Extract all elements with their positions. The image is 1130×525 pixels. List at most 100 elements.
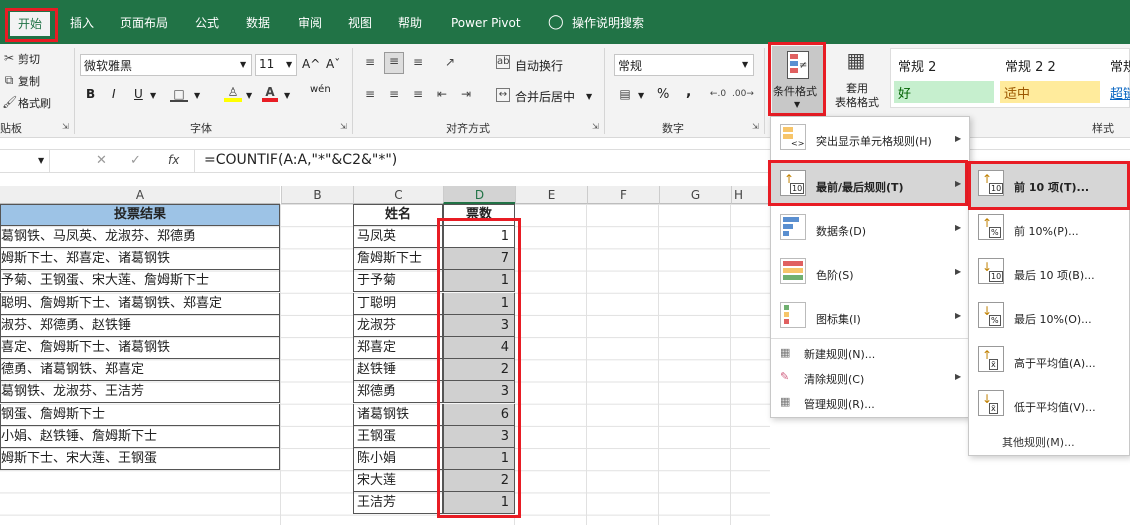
name-cell[interactable]: 赵铁锤 — [353, 359, 443, 382]
votes-table-row[interactable]: 姆斯下士、宋大莲、王钢蛋 — [0, 448, 280, 470]
name-cell[interactable]: 陈小娟 — [353, 448, 443, 470]
column-header-f[interactable]: F — [587, 186, 659, 204]
cf-menu-new-rule[interactable]: 新建规则(N)... — [804, 346, 875, 362]
submenu-above-average[interactable]: 高于平均值(A)... — [1014, 355, 1096, 371]
name-cell[interactable]: 龙淑芬 — [353, 314, 443, 337]
submenu-below-average[interactable]: 低于平均值(V)... — [1014, 399, 1096, 415]
cf-menu-icon-sets[interactable]: 图标集(I) — [816, 311, 861, 327]
column-header-d[interactable]: D — [443, 186, 515, 204]
votes-table-row[interactable]: 葛钢铁、马凤英、龙淑芬、郑德勇 — [0, 226, 280, 248]
vote-count-cell[interactable]: 1 — [443, 292, 515, 315]
align-middle-icon[interactable]: ≡ — [384, 52, 404, 74]
align-top-icon[interactable]: ≡ — [362, 54, 378, 70]
align-left-icon[interactable]: ≡ — [362, 86, 378, 102]
decrease-indent-icon[interactable]: ⇤ — [434, 86, 450, 102]
column-header-a[interactable]: A — [0, 186, 280, 204]
clipboard-launcher-icon[interactable]: ⇲ — [62, 122, 69, 131]
vote-count-cell[interactable]: 4 — [443, 337, 515, 359]
tab-data[interactable]: 数据 — [246, 13, 270, 33]
tab-page-layout[interactable]: 页面布局 — [120, 13, 168, 33]
column-header-c[interactable]: C — [353, 186, 443, 204]
submenu-top-10-percent[interactable]: 前 10%(P)... — [1014, 223, 1079, 239]
vote-count-cell[interactable]: 3 — [443, 381, 515, 404]
name-cell[interactable]: 郑喜定 — [353, 337, 443, 359]
border-icon[interactable]: □ — [170, 86, 188, 102]
vote-count-cell[interactable]: 1 — [443, 492, 515, 515]
tab-help[interactable]: 帮助 — [398, 13, 422, 33]
alignment-launcher-icon[interactable]: ⇲ — [592, 122, 599, 131]
bold-button[interactable]: B — [86, 87, 95, 101]
column-header-e[interactable]: E — [515, 186, 587, 204]
formula-input[interactable]: =COUNTIF(A:A,"*"&C2&"*") — [204, 152, 397, 168]
votes-table-row[interactable]: 予菊、王钢蛋、宋大莲、詹姆斯下士 — [0, 270, 280, 293]
font-color-icon[interactable]: A — [262, 84, 278, 102]
insert-function-button[interactable]: fx — [168, 153, 179, 167]
style-normal-2[interactable]: 常规 2 — [898, 56, 936, 75]
style-normal-2-2[interactable]: 常规 2 2 — [1005, 56, 1056, 75]
votes-table-row[interactable]: 喜定、詹姆斯下士、诸葛钢铁 — [0, 337, 280, 359]
name-cell[interactable]: 郑德勇 — [353, 381, 443, 404]
decrease-decimal-icon[interactable]: .00→ — [732, 86, 754, 102]
tab-review[interactable]: 审阅 — [298, 13, 322, 33]
accounting-format-icon[interactable]: ▤ — [616, 86, 634, 102]
format-as-table-icon[interactable]: ▦ — [842, 50, 870, 80]
column-header-b[interactable]: B — [281, 186, 353, 204]
votes-table-row[interactable]: 聪明、詹姆斯下士、诸葛钢铁、郑喜定 — [0, 292, 280, 315]
format-as-table-button[interactable]: 套用 表格格式 — [828, 82, 886, 110]
name-cell[interactable]: 王钢蛋 — [353, 425, 443, 448]
confirm-formula-icon[interactable]: ✓ — [130, 153, 141, 168]
votes-table-row[interactable]: 小娟、赵铁锤、詹姆斯下士 — [0, 425, 280, 448]
submenu-bottom-10-percent[interactable]: 最后 10%(O)... — [1014, 311, 1092, 327]
votes-table-row[interactable]: 德勇、诸葛钢铁、郑喜定 — [0, 359, 280, 382]
cancel-formula-icon[interactable]: ✕ — [96, 153, 107, 168]
name-cell[interactable]: 詹姆斯下士 — [353, 248, 443, 271]
font-launcher-icon[interactable]: ⇲ — [340, 122, 347, 131]
vote-count-cell[interactable]: 3 — [443, 425, 515, 448]
votes-table-row[interactable]: 姆斯下士、郑喜定、诸葛钢铁 — [0, 248, 280, 271]
number-launcher-icon[interactable]: ⇲ — [752, 122, 759, 131]
increase-indent-icon[interactable]: ⇥ — [458, 86, 474, 102]
style-normal[interactable]: 常规 — [1110, 56, 1130, 75]
submenu-more-rules[interactable]: 其他规则(M)... — [1002, 434, 1075, 450]
orientation-icon[interactable]: ↗ — [440, 54, 460, 70]
phonetic-button[interactable]: wén — [310, 84, 331, 95]
cf-menu-manage-rules[interactable]: 管理规则(R)... — [804, 396, 875, 412]
column-header-h[interactable]: H — [731, 186, 769, 204]
vote-count-cell[interactable]: 7 — [443, 248, 515, 271]
cf-menu-highlight-rules[interactable]: 突出显示单元格规则(H) — [816, 133, 932, 149]
copy-button[interactable]: 复制 — [18, 73, 40, 89]
name-cell[interactable]: 王洁芳 — [353, 492, 443, 515]
tab-view[interactable]: 视图 — [348, 13, 372, 33]
tab-power-pivot[interactable]: Power Pivot — [451, 13, 521, 33]
vote-count-cell[interactable]: 1 — [443, 448, 515, 470]
increase-decimal-icon[interactable]: ←.0 — [708, 86, 728, 102]
cf-menu-color-scales[interactable]: 色阶(S) — [816, 267, 854, 283]
vote-count-cell[interactable]: 2 — [443, 470, 515, 493]
shrink-font-button[interactable]: Aˇ — [326, 57, 340, 71]
vote-count-cell[interactable]: 3 — [443, 314, 515, 337]
align-bottom-icon[interactable]: ≡ — [410, 54, 426, 70]
tab-formulas[interactable]: 公式 — [195, 13, 219, 33]
cut-button[interactable]: 剪切 — [18, 51, 40, 67]
tab-insert[interactable]: 插入 — [70, 13, 94, 33]
align-right-icon[interactable]: ≡ — [410, 86, 426, 102]
italic-button[interactable]: I — [112, 87, 116, 101]
style-hyperlink[interactable]: 超链 — [1110, 83, 1130, 102]
votes-table-row[interactable]: 淑芬、郑德勇、赵铁锤 — [0, 314, 280, 337]
comma-button[interactable]: , — [686, 84, 691, 100]
grow-font-button[interactable]: A^ — [302, 57, 320, 71]
votes-table-row[interactable]: 葛钢铁、龙淑芬、王洁芳 — [0, 381, 280, 404]
vote-count-cell[interactable]: 6 — [443, 403, 515, 426]
cf-menu-clear-rules[interactable]: 清除规则(C) — [804, 371, 864, 387]
vote-count-cell[interactable]: 1 — [443, 270, 515, 293]
vote-count-cell[interactable]: 2 — [443, 359, 515, 382]
merge-center-button[interactable]: 合并后居中 — [515, 88, 575, 105]
vote-count-cell[interactable]: 1 — [443, 226, 515, 248]
name-cell[interactable]: 宋大莲 — [353, 470, 443, 493]
tab-search[interactable]: 操作说明搜索 — [572, 13, 644, 33]
name-cell[interactable]: 丁聪明 — [353, 292, 443, 315]
fill-color-icon[interactable]: ♙ — [224, 84, 242, 102]
wrap-text-button[interactable]: 自动换行 — [515, 57, 563, 74]
percent-button[interactable]: % — [657, 87, 669, 102]
cf-menu-data-bars[interactable]: 数据条(D) — [816, 223, 866, 239]
